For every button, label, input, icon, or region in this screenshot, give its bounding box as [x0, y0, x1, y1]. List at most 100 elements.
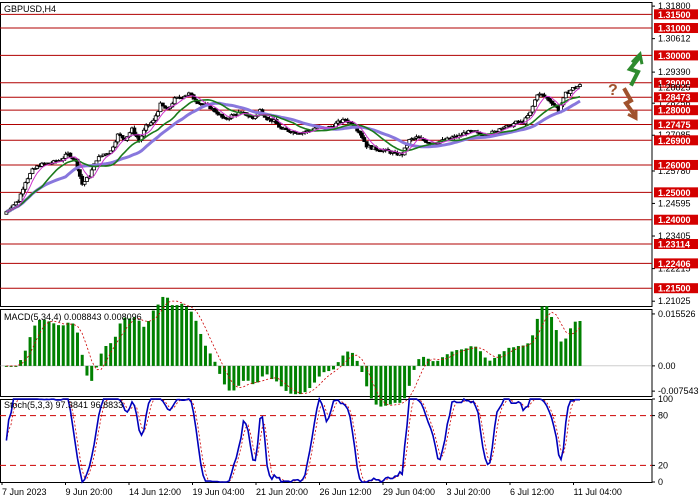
macd-bar — [270, 365, 274, 380]
macd-bar — [194, 320, 198, 366]
macd-bar — [38, 319, 42, 366]
stoch-tick-label: 20 — [658, 460, 668, 470]
macd-bar — [256, 365, 260, 383]
macd-bar — [393, 365, 397, 403]
macd-bar — [61, 325, 65, 366]
price-chart: 1.318001.306121.293901.282561.270851.257… — [0, 1, 699, 497]
macd-bar — [132, 317, 136, 366]
candle-body — [156, 111, 160, 117]
macd-bar — [545, 306, 549, 366]
macd-title: MACD(5,34,4) 0.008843 0.008096 — [4, 312, 142, 322]
candle-body — [535, 94, 540, 101]
candle-body — [28, 173, 32, 180]
macd-bar — [350, 352, 354, 366]
macd-bar — [47, 321, 51, 366]
macd-bar — [42, 319, 46, 366]
macd-bar — [535, 318, 539, 366]
macd-bar — [384, 365, 388, 406]
level-label: 1.28473 — [658, 93, 691, 103]
macd-bar — [436, 360, 440, 366]
macd-bar — [531, 335, 535, 366]
ma-mid-line — [6, 95, 581, 213]
candle-body — [77, 169, 82, 177]
macd-bar — [137, 320, 141, 366]
macd-bar — [317, 365, 321, 377]
x-tick-label: 21 Jun 20:00 — [256, 487, 308, 497]
candle-body — [89, 169, 94, 178]
macd-bar — [113, 336, 117, 366]
macd-bar — [455, 350, 459, 366]
candle-body — [132, 127, 137, 135]
stoch-signal-line — [6, 398, 581, 483]
stoch-tick-label: 100 — [658, 394, 673, 404]
price-tick-label: 1.30612 — [658, 34, 691, 44]
macd-bar — [550, 316, 554, 366]
x-tick-label: 6 Jul 12:00 — [510, 487, 554, 497]
macd-bar — [403, 365, 407, 399]
macd-bar — [526, 343, 530, 366]
macd-bar — [99, 353, 103, 366]
macd-bar — [398, 365, 402, 403]
candle-body — [153, 115, 158, 121]
macd-bar — [374, 365, 378, 405]
macd-bar — [275, 365, 279, 382]
ma-fast-line — [6, 87, 581, 213]
level-label: 1.27475 — [658, 120, 691, 130]
level-label: 1.26000 — [658, 160, 691, 170]
panel-frame-2 — [0, 309, 653, 397]
level-label: 1.31000 — [658, 24, 691, 34]
macd-bar — [331, 365, 335, 370]
stoch-tick-label: 80 — [658, 411, 668, 421]
macd-bar — [80, 354, 84, 366]
scenario-question-mark: ? — [608, 82, 618, 99]
x-tick-label: 9 Jun 20:00 — [66, 487, 113, 497]
macd-bar — [279, 365, 283, 387]
level-label: 1.23114 — [658, 239, 690, 249]
macd-bar — [573, 321, 577, 366]
macd-bar — [313, 365, 317, 383]
macd-bar — [175, 305, 179, 366]
macd-bar — [355, 360, 359, 366]
stoch-main-line — [5, 396, 580, 484]
macd-bar — [185, 307, 189, 366]
macd-bar — [52, 323, 56, 366]
macd-bar — [474, 346, 478, 366]
ma-slow-line — [5, 99, 581, 214]
macd-bar — [521, 345, 525, 366]
macd-tick-label: 0.015526 — [658, 309, 696, 319]
macd-bar — [483, 357, 487, 366]
macd-bar — [90, 365, 94, 381]
macd-bar — [208, 353, 212, 366]
macd-bar — [336, 362, 340, 366]
level-label: 1.22406 — [658, 259, 691, 269]
macd-bar — [431, 361, 435, 366]
candle-body — [160, 102, 165, 107]
candle-body — [578, 84, 582, 87]
macd-bar — [75, 332, 79, 366]
level-label: 1.31500 — [658, 10, 691, 20]
macd-bar — [213, 361, 217, 366]
macd-bar — [246, 365, 250, 381]
level-label: 1.26900 — [658, 136, 691, 146]
macd-bar — [379, 365, 383, 407]
macd-bar — [222, 365, 226, 385]
macd-bar — [327, 365, 331, 372]
candle-body — [360, 132, 364, 138]
candle-body — [113, 141, 118, 148]
macd-bar — [407, 365, 411, 386]
macd-bar — [71, 323, 75, 366]
macd-bar — [104, 346, 108, 366]
macd-bar — [284, 365, 288, 391]
x-tick-label: 29 Jun 04:00 — [383, 487, 435, 497]
price-tick-label: 1.24595 — [658, 198, 691, 208]
x-tick-label: 19 Jun 04:00 — [193, 487, 245, 497]
candle-body — [213, 108, 217, 113]
macd-bar — [365, 365, 369, 387]
macd-bar — [294, 365, 298, 395]
macd-bar — [189, 311, 193, 366]
macd-bar — [488, 360, 492, 366]
macd-tick-label: 0.00 — [658, 361, 676, 371]
level-label: 1.30000 — [658, 51, 691, 61]
scenario-down-arrow — [622, 87, 637, 117]
candle-body — [21, 188, 25, 195]
